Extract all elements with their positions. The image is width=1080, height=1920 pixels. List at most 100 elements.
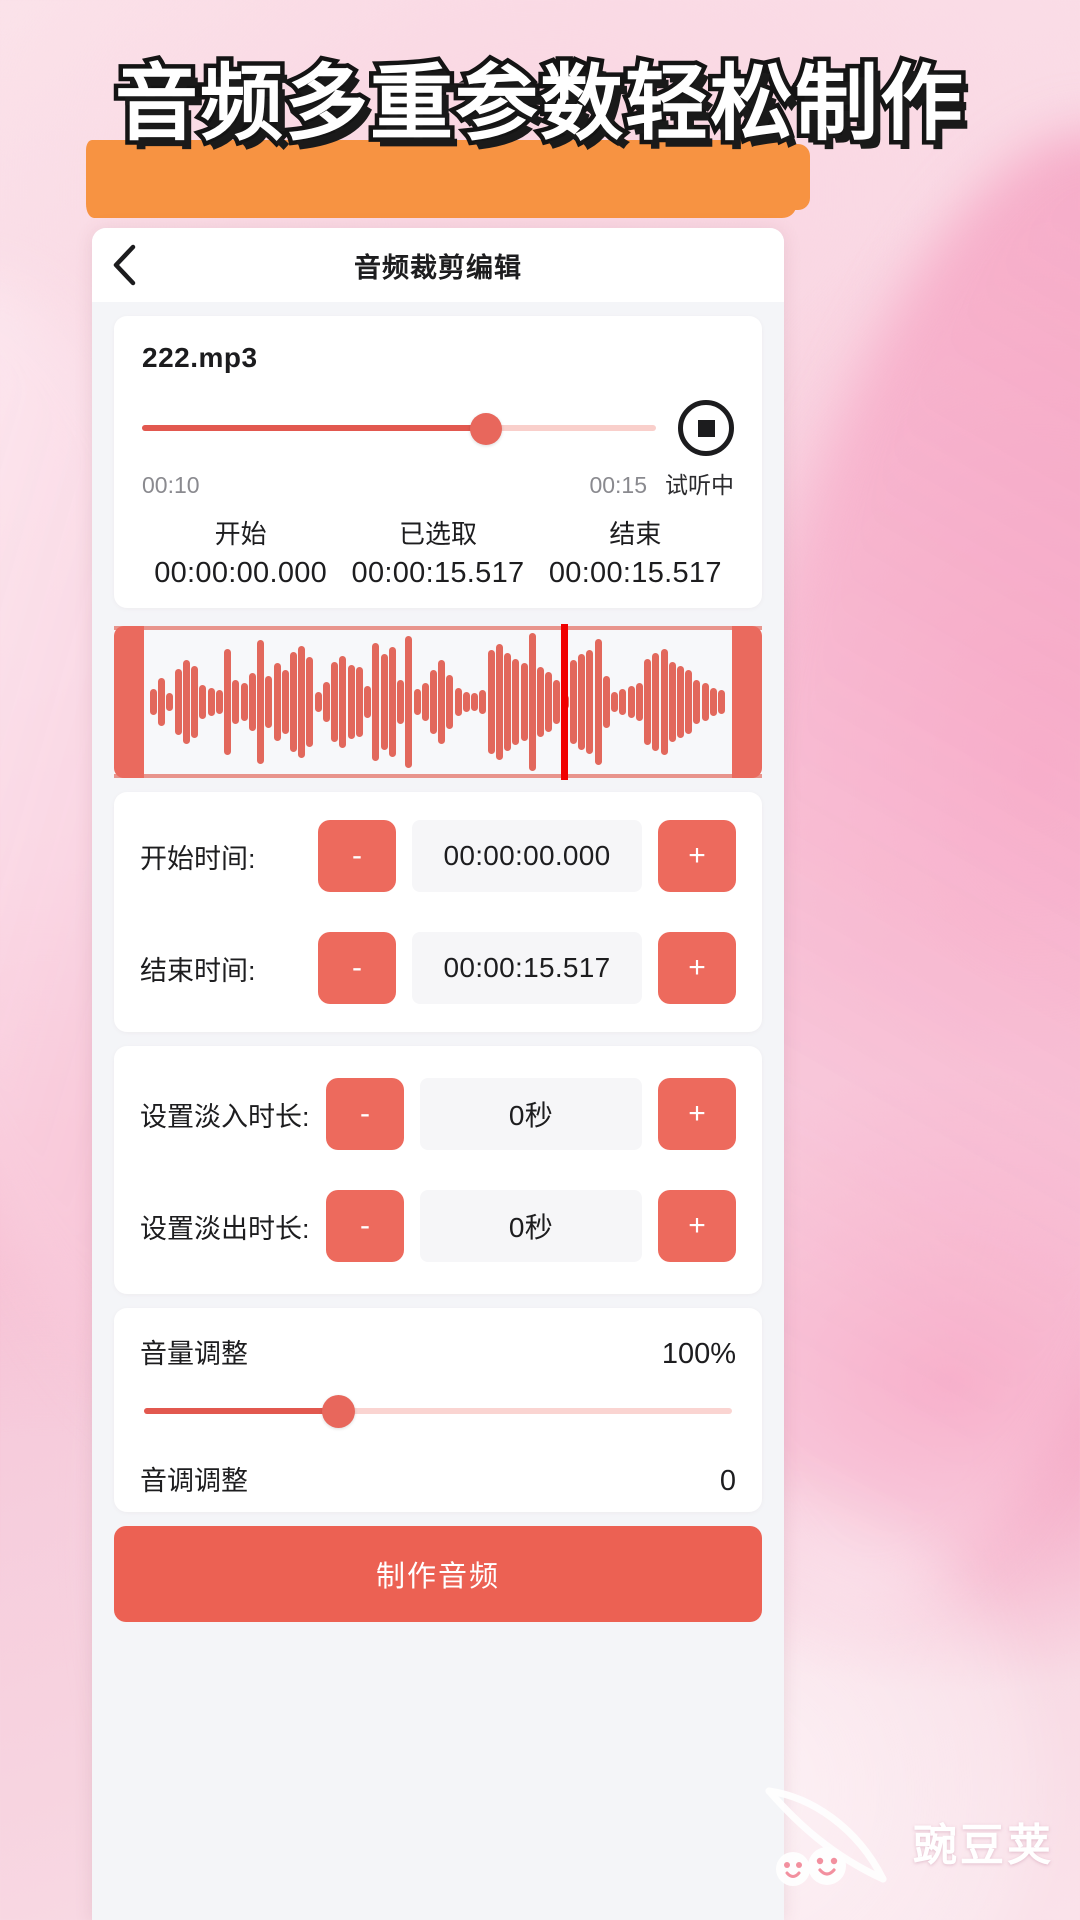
- waveform-bar: [512, 658, 520, 746]
- seek-thumb[interactable]: [470, 413, 503, 445]
- fade-in-label: 设置淡入时长:: [140, 1101, 310, 1132]
- volume-label: 音量调整: [140, 1339, 248, 1369]
- volume-value: 100%: [661, 1338, 736, 1370]
- start-time-stepper: - 00:00:00.000 +: [318, 820, 736, 892]
- pitch-value: 0: [719, 1465, 736, 1497]
- stop-circle-icon: [697, 419, 715, 437]
- waveform-bar: [504, 653, 512, 751]
- selection-handle-left[interactable]: [114, 626, 144, 778]
- selection-summary: 开始 00:00:00.000 已选取 00:00:15.517 结束 00:0…: [142, 514, 734, 590]
- end-time-stepper: - 00:00:15.517 +: [318, 932, 736, 1004]
- end-time-increment-button[interactable]: +: [658, 932, 736, 1004]
- waveform-bar: [372, 642, 380, 762]
- make-audio-button[interactable]: 制作音频: [114, 1526, 762, 1622]
- fade-in-decrement-button[interactable]: -: [326, 1078, 404, 1150]
- fade-out-stepper: - 0秒 +: [326, 1190, 736, 1262]
- fade-in-increment-button[interactable]: +: [658, 1078, 736, 1150]
- waveform-bar: [660, 648, 668, 756]
- waveform-bar: [652, 653, 660, 751]
- selection-value: 00:00:00.000: [154, 557, 328, 589]
- waveform-bar: [364, 686, 372, 718]
- fade-out-value[interactable]: 0秒: [420, 1190, 642, 1262]
- playhead-marker[interactable]: [561, 624, 569, 780]
- waveform-bar: [627, 686, 635, 718]
- waveform-bar: [339, 655, 347, 749]
- waveform-bar: [150, 689, 157, 715]
- end-time-label: 结束时间:: [140, 955, 256, 986]
- selection-duration: 已选取 00:00:15.517: [339, 514, 536, 590]
- end-time-decrement-button[interactable]: -: [318, 932, 396, 1004]
- fade-out-decrement-button[interactable]: -: [326, 1190, 404, 1262]
- selection-end: 结束 00:00:15.517: [537, 514, 734, 590]
- waveform-bar: [281, 670, 289, 734]
- volume-thumb[interactable]: [322, 1395, 356, 1428]
- waveform-bar: [199, 684, 207, 720]
- waveform-bar: [207, 687, 215, 717]
- total-time: 00:15: [589, 472, 647, 498]
- adjust-card: 音量调整 100% 音调调整 0: [114, 1308, 762, 1512]
- waveform-bar: [413, 689, 421, 715]
- waveform-bar: [248, 673, 256, 731]
- seek-slider[interactable]: [142, 410, 656, 446]
- fade-in-value[interactable]: 0秒: [420, 1078, 642, 1150]
- waveform-bar: [594, 638, 602, 766]
- fade-settings-card: 设置淡入时长: - 0秒 + 设置淡出时长: - 0秒 +: [114, 1046, 762, 1294]
- waveform-bar: [240, 683, 248, 721]
- end-time-value[interactable]: 00:00:15.517: [412, 932, 642, 1004]
- current-time: 00:10: [142, 472, 200, 498]
- audio-file-name: 222.mp3: [142, 342, 258, 373]
- waveform-editor[interactable]: [114, 624, 762, 780]
- fade-out-row: 设置淡出时长: - 0秒 +: [114, 1170, 762, 1282]
- waveform-bar: [537, 667, 545, 737]
- selection-handle-right[interactable]: [732, 626, 762, 778]
- start-time-row: 开始时间: - 00:00:00.000 +: [114, 800, 762, 912]
- promo-banner: 音频多重参数轻松制作: [0, 0, 1080, 232]
- stop-button[interactable]: [678, 400, 734, 456]
- selection-value: 00:00:15.517: [351, 557, 525, 589]
- volume-slider[interactable]: [144, 1389, 732, 1433]
- waveform-bar: [182, 660, 190, 744]
- waveform-bar: [644, 658, 652, 746]
- waveform-bar: [685, 670, 693, 734]
- waveform-bar: [158, 677, 166, 727]
- waveform-bar: [454, 687, 462, 717]
- phone-screen: 音频裁剪编辑 222.mp3 00:10 00:15 试听中 开始 00:00:…: [92, 228, 784, 1920]
- selection-label: 结束: [609, 519, 662, 549]
- waveform-bar: [314, 691, 322, 713]
- watermark-text: 豌豆荚: [913, 1820, 1054, 1870]
- waveform-bar: [405, 635, 413, 769]
- waveform-bar: [166, 693, 174, 711]
- waveform-bar: [257, 640, 265, 764]
- pitch-label: 音调调整: [140, 1466, 248, 1496]
- page-title: 音频裁剪编辑: [354, 252, 522, 283]
- waveform-bar: [569, 660, 577, 744]
- waveform-bar: [265, 676, 273, 728]
- pitch-header: 音调调整 0: [140, 1439, 736, 1508]
- watermark: 豌豆荚: [753, 1783, 1054, 1898]
- waveform-bar: [331, 661, 339, 743]
- waveform-bar: [322, 681, 330, 723]
- time-settings-card: 开始时间: - 00:00:00.000 + 结束时间: - 00:00:15.…: [114, 792, 762, 1032]
- fade-out-increment-button[interactable]: +: [658, 1190, 736, 1262]
- waveform-bar: [718, 690, 726, 714]
- volume-header: 音量调整 100%: [140, 1332, 736, 1371]
- waveform-bar: [668, 661, 676, 743]
- waveform-bar: [495, 644, 503, 760]
- waveform-bar: [619, 689, 627, 715]
- start-time-value[interactable]: 00:00:00.000: [412, 820, 642, 892]
- start-time-decrement-button[interactable]: -: [318, 820, 396, 892]
- waveform-bar: [677, 666, 684, 738]
- selection-label: 已选取: [398, 519, 477, 549]
- waveform-bars: [146, 630, 730, 774]
- waveform-bar: [224, 648, 232, 756]
- waveform-bar: [215, 690, 223, 714]
- waveform-bar: [479, 690, 487, 714]
- waveform-bar: [520, 663, 528, 741]
- waveform-bar: [471, 693, 479, 711]
- fade-out-label: 设置淡出时长:: [140, 1213, 310, 1244]
- banner-headline: 音频多重参数轻松制作: [111, 51, 968, 157]
- fade-in-stepper: - 0秒 +: [326, 1078, 736, 1150]
- start-time-increment-button[interactable]: +: [658, 820, 736, 892]
- selection-value: 00:00:15.517: [548, 557, 722, 589]
- waveform-bar: [388, 647, 396, 757]
